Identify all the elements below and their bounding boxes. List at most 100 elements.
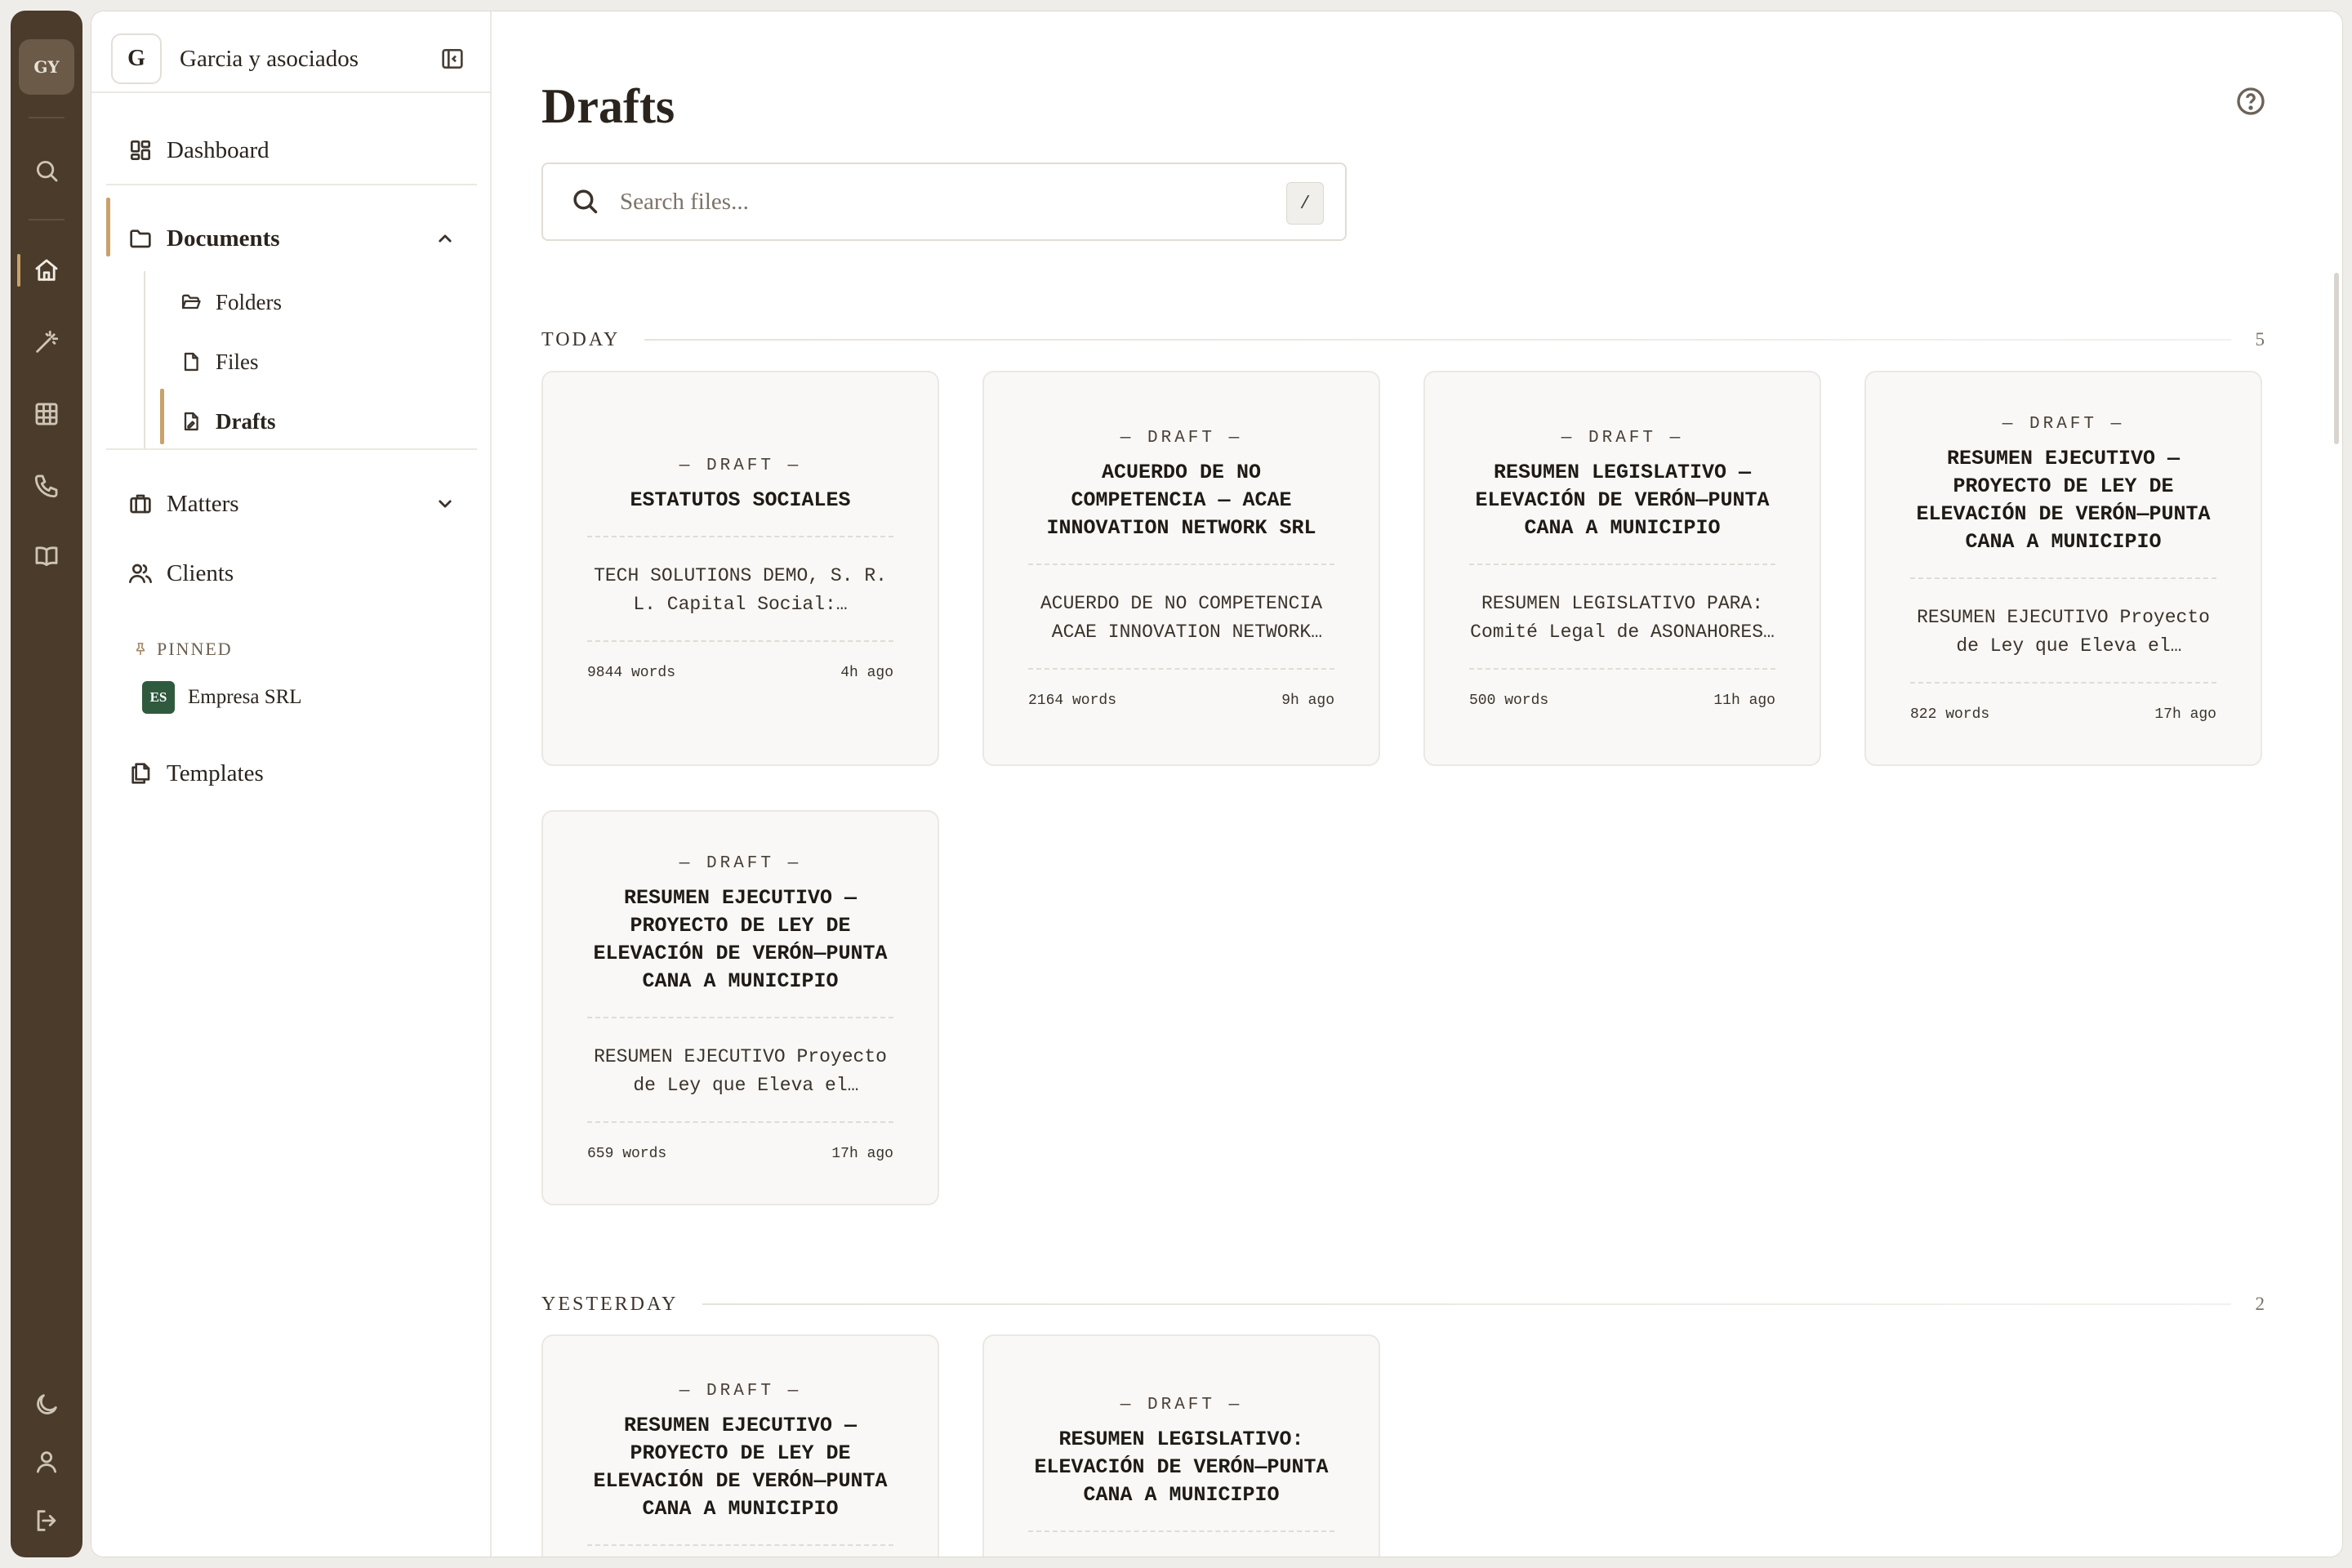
draft-tag: — DRAFT — (1120, 1396, 1243, 1414)
card-meta: 9844 words 4h ago (587, 665, 893, 681)
sidebar-item-templates[interactable]: Templates (124, 751, 264, 796)
card-excerpt: RESUMEN EJECUTIVO Proyecto de Ley que El… (594, 1045, 887, 1096)
draft-card[interactable]: — DRAFT — RESUMEN LEGISLATIVO: ELEVACIÓN… (982, 1334, 1380, 1557)
shortcut-key-badge: / (1286, 182, 1324, 225)
workspace-avatar[interactable]: GY (19, 29, 74, 105)
sidebar-item-documents[interactable]: Documents (124, 216, 280, 261)
group-count: 2 (2255, 1294, 2265, 1314)
pinned-item[interactable]: ES Empresa SRL (142, 681, 302, 714)
magic-wand-icon[interactable] (27, 323, 66, 362)
draft-card[interactable]: — DRAFT — RESUMEN EJECUTIVO — PROYECTO D… (541, 810, 939, 1205)
card-title: RESUMEN EJECUTIVO — PROYECTO DE LEY DE E… (1916, 446, 2211, 554)
table-icon[interactable] (27, 394, 66, 434)
draft-tag: — DRAFT — (679, 456, 802, 475)
draft-tag: — DRAFT — (679, 1382, 802, 1401)
search-icon[interactable] (27, 151, 66, 190)
card-divider (1469, 667, 1775, 670)
card-divider (587, 1544, 893, 1546)
rail-divider (29, 219, 65, 220)
search-bar: / (541, 163, 1347, 241)
sidebar-item-label: Folders (216, 289, 282, 314)
sidebar-divider (106, 448, 477, 450)
card-divider (1910, 681, 2216, 684)
home-icon[interactable] (27, 251, 66, 290)
draft-card[interactable]: — DRAFT — ACUERDO DE NO COMPETENCIA — AC… (982, 371, 1380, 766)
pinned-item-label: Empresa SRL (188, 686, 302, 708)
chevron-down-icon[interactable] (433, 492, 457, 516)
timestamp: 11h ago (1713, 692, 1775, 709)
card-divider (1028, 667, 1334, 670)
pinned-section-label: PINNED (132, 639, 233, 660)
phone-icon[interactable] (27, 466, 66, 506)
word-count: 9844 words (587, 664, 676, 681)
logout-icon[interactable] (27, 1501, 66, 1540)
org-initial-badge: G (111, 33, 162, 84)
card-title: ESTATUTOS SOCIALES (630, 488, 851, 512)
folder-icon (124, 222, 157, 255)
card-excerpt: TECH SOLUTIONS DEMO, S. R. L. Capital So… (594, 564, 887, 615)
sidebar-divider (91, 91, 492, 93)
pin-icon (136, 643, 145, 656)
book-icon[interactable] (27, 537, 66, 576)
user-icon[interactable] (27, 1442, 66, 1481)
card-excerpt: RESUMEN EJECUTIVO Proyecto de Ley que El… (1917, 606, 2210, 657)
sidebar-item-label: Documents (167, 225, 280, 252)
card-excerpt: RESUMEN LEGISLATIVO PARA: Comité Legal d… (1470, 592, 1775, 643)
search-input[interactable] (620, 188, 1257, 216)
draft-card[interactable]: — DRAFT — RESUMEN EJECUTIVO — PROYECTO D… (541, 1334, 939, 1557)
org-name: Garcia y asociados (180, 45, 359, 72)
card-title: RESUMEN LEGISLATIVO: ELEVACIÓN DE VERÓN—… (1034, 1428, 1329, 1507)
sidebar-item-files[interactable]: Files (175, 339, 259, 385)
org-switcher[interactable]: G Garcia y asociados (111, 29, 470, 88)
timestamp: 17h ago (2154, 706, 2216, 723)
group-divider (702, 1303, 2231, 1305)
active-indicator (17, 254, 20, 287)
draft-card[interactable]: — DRAFT — RESUMEN EJECUTIVO — PROYECTO D… (1864, 371, 2262, 766)
sidebar-divider (106, 184, 477, 185)
sidebar-item-label: Files (216, 349, 259, 374)
card-title: RESUMEN LEGISLATIVO — ELEVACIÓN DE VERÓN… (1475, 460, 1770, 540)
scrollbar-thumb[interactable] (2334, 273, 2339, 444)
word-count: 822 words (1910, 706, 1990, 723)
main-content: Drafts / TODAY 5 — DRAFT — ESTATUTOS SOC… (492, 11, 2342, 1557)
card-meta: 659 words 17h ago (587, 1146, 893, 1162)
card-meta: 822 words 17h ago (1910, 706, 2216, 723)
sidebar-item-drafts[interactable]: Drafts (175, 399, 275, 444)
word-count: 659 words (587, 1145, 667, 1162)
group-divider (644, 339, 2231, 341)
sidebar-item-label: Templates (167, 760, 264, 786)
active-item-indicator (160, 389, 164, 444)
users-icon (124, 557, 157, 590)
draft-card[interactable]: — DRAFT — RESUMEN LEGISLATIVO — ELEVACIÓ… (1423, 371, 1821, 766)
sidebar-item-label: Drafts (216, 408, 276, 434)
moon-icon[interactable] (27, 1385, 66, 1424)
rail-divider (29, 117, 65, 118)
sidebar-item-folders[interactable]: Folders (175, 279, 282, 325)
timestamp: 4h ago (840, 664, 893, 681)
sidebar-item-matters[interactable]: Matters (124, 481, 239, 527)
draft-tag: — DRAFT — (1120, 428, 1243, 448)
sidebar-item-label: Matters (167, 490, 239, 517)
word-count: 500 words (1469, 692, 1549, 709)
draft-tag: — DRAFT — (2002, 414, 2125, 434)
group-header-today: TODAY 5 (541, 327, 2265, 352)
card-excerpt: ACUERDO DE NO COMPETENCIA ACAE INNOVATIO… (1040, 592, 1323, 643)
collapse-sidebar-icon[interactable] (434, 41, 470, 77)
sidebar-item-dashboard[interactable]: Dashboard (124, 127, 270, 173)
help-icon[interactable] (2234, 85, 2267, 118)
chevron-up-icon[interactable] (433, 226, 457, 251)
draft-tag: — DRAFT — (679, 853, 802, 873)
dashboard-icon (124, 134, 157, 167)
sidebar-item-label: Dashboard (167, 136, 270, 163)
card-title: RESUMEN EJECUTIVO — PROYECTO DE LEY DE E… (593, 1414, 888, 1521)
card-meta: 2164 words 9h ago (1028, 693, 1334, 709)
card-divider (1469, 563, 1775, 565)
card-divider (1910, 577, 2216, 579)
page-title: Drafts (541, 79, 675, 133)
timestamp: 17h ago (831, 1145, 893, 1162)
word-count: 2164 words (1028, 692, 1117, 709)
file-icon (175, 345, 207, 378)
tree-line (144, 271, 145, 449)
sidebar-item-clients[interactable]: Clients (124, 550, 234, 596)
draft-card[interactable]: — DRAFT — ESTATUTOS SOCIALES TECH SOLUTI… (541, 371, 939, 766)
